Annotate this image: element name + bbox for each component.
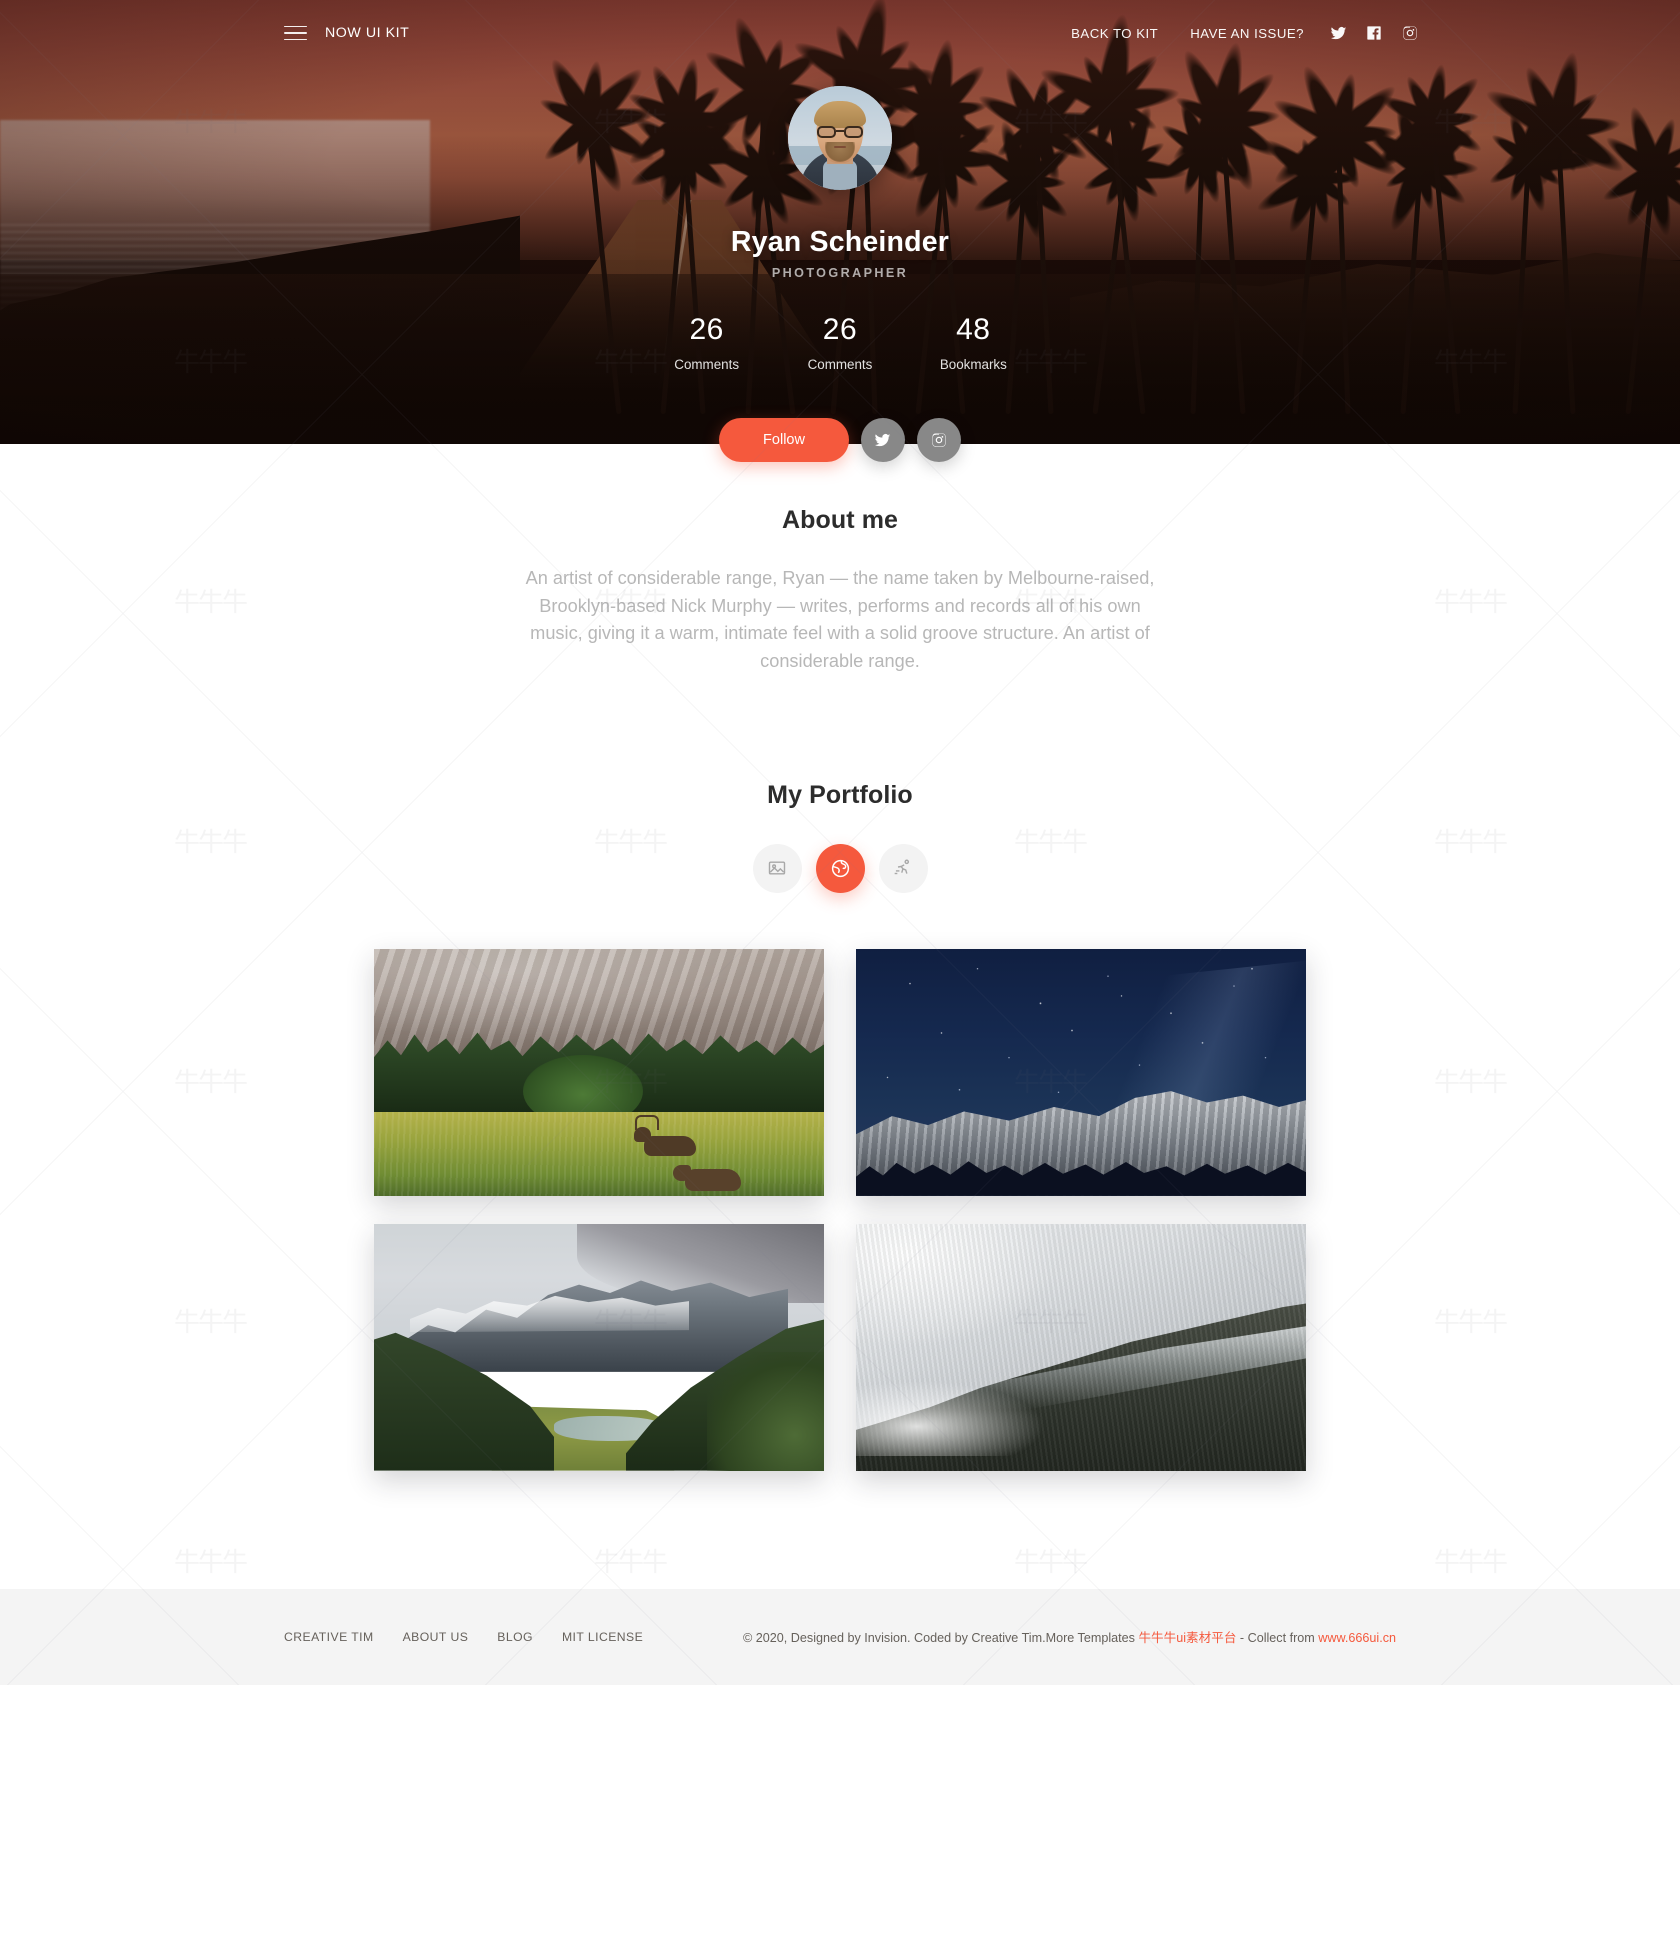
- profile-actions: Follow: [0, 418, 1680, 462]
- footer-copyright: © 2020, Designed by Invision. Coded by C…: [743, 1627, 1396, 1646]
- portfolio-grid: [374, 949, 1306, 1471]
- copyright-source-link[interactable]: www.666ui.cn: [1318, 1631, 1396, 1645]
- footer: Creative Tim About Us Blog MIT License ©…: [0, 1589, 1680, 1685]
- about-section: About me An artist of considerable range…: [0, 462, 1680, 676]
- footer-link-creative-tim[interactable]: Creative Tim: [284, 1624, 391, 1650]
- stat-value: 26: [773, 314, 906, 346]
- stat-value: 26: [640, 314, 773, 346]
- stat-label: Comments: [640, 357, 773, 372]
- about-text: An artist of considerable range, Ryan — …: [520, 565, 1160, 676]
- portfolio-item[interactable]: [856, 1224, 1306, 1471]
- stat-item: 26 Comments: [773, 314, 906, 372]
- watermark-glyph: 牛牛牛: [1014, 1542, 1086, 1579]
- stat-label: Comments: [773, 357, 906, 372]
- portfolio-item[interactable]: [374, 1224, 824, 1471]
- portfolio-image-starry-night-over-granite-cliffs: [856, 949, 1306, 1196]
- portfolio-title: My Portfolio: [0, 781, 1680, 810]
- filter-image-button[interactable]: [753, 844, 802, 893]
- instagram-share-button[interactable]: [917, 418, 961, 462]
- portfolio-item[interactable]: [374, 949, 824, 1196]
- twitter-share-button[interactable]: [861, 418, 905, 462]
- stat-label: Bookmarks: [907, 357, 1040, 372]
- portfolio-item[interactable]: [856, 949, 1306, 1196]
- footer-links: Creative Tim About Us Blog MIT License: [284, 1624, 672, 1650]
- profile-section: Ryan Scheinder PHOTOGRAPHER 26 Comments …: [0, 0, 1680, 372]
- copyright-text: © 2020, Designed by Invision. Coded by C…: [743, 1631, 1138, 1645]
- portfolio-image-snowy-forested-ridge-in-fog: [856, 1224, 1306, 1471]
- about-title: About me: [0, 506, 1680, 535]
- avatar: [788, 86, 892, 190]
- portfolio-image-alpine-valley-with-river: [374, 1224, 824, 1471]
- watermark-glyph: 牛牛牛: [174, 1542, 246, 1579]
- portfolio-filters: [0, 844, 1680, 893]
- page-root: NOW UI KIT BACK TO KIT HAVE AN ISSUE? Ry…: [0, 0, 1680, 1685]
- page-title: Ryan Scheinder: [0, 226, 1680, 259]
- profile-stats: 26 Comments 26 Comments 48 Bookmarks: [640, 314, 1040, 372]
- follow-button[interactable]: Follow: [719, 418, 849, 462]
- copyright-mid-text: - Collect from: [1236, 1631, 1318, 1645]
- watermark-glyph: 牛牛牛: [594, 1542, 666, 1579]
- profile-role: PHOTOGRAPHER: [0, 266, 1680, 280]
- watermark-glyph: 牛牛牛: [1434, 1542, 1506, 1579]
- portfolio-image-yosemite-meadow-with-deer: [374, 949, 824, 1196]
- copyright-cn-text: 牛牛牛ui素材平台: [1138, 1631, 1236, 1645]
- filter-globe-button[interactable]: [816, 844, 865, 893]
- footer-link-about-us[interactable]: About Us: [403, 1624, 486, 1650]
- stat-value: 48: [907, 314, 1040, 346]
- stat-item: 48 Bookmarks: [907, 314, 1040, 372]
- portfolio-section: My Portfolio: [0, 676, 1680, 1471]
- footer-link-blog[interactable]: Blog: [497, 1624, 550, 1650]
- hero-header: NOW UI KIT BACK TO KIT HAVE AN ISSUE? Ry…: [0, 0, 1680, 444]
- filter-running-button[interactable]: [879, 844, 928, 893]
- stat-item: 26 Comments: [640, 314, 773, 372]
- footer-link-mit-license[interactable]: MIT License: [562, 1624, 660, 1650]
